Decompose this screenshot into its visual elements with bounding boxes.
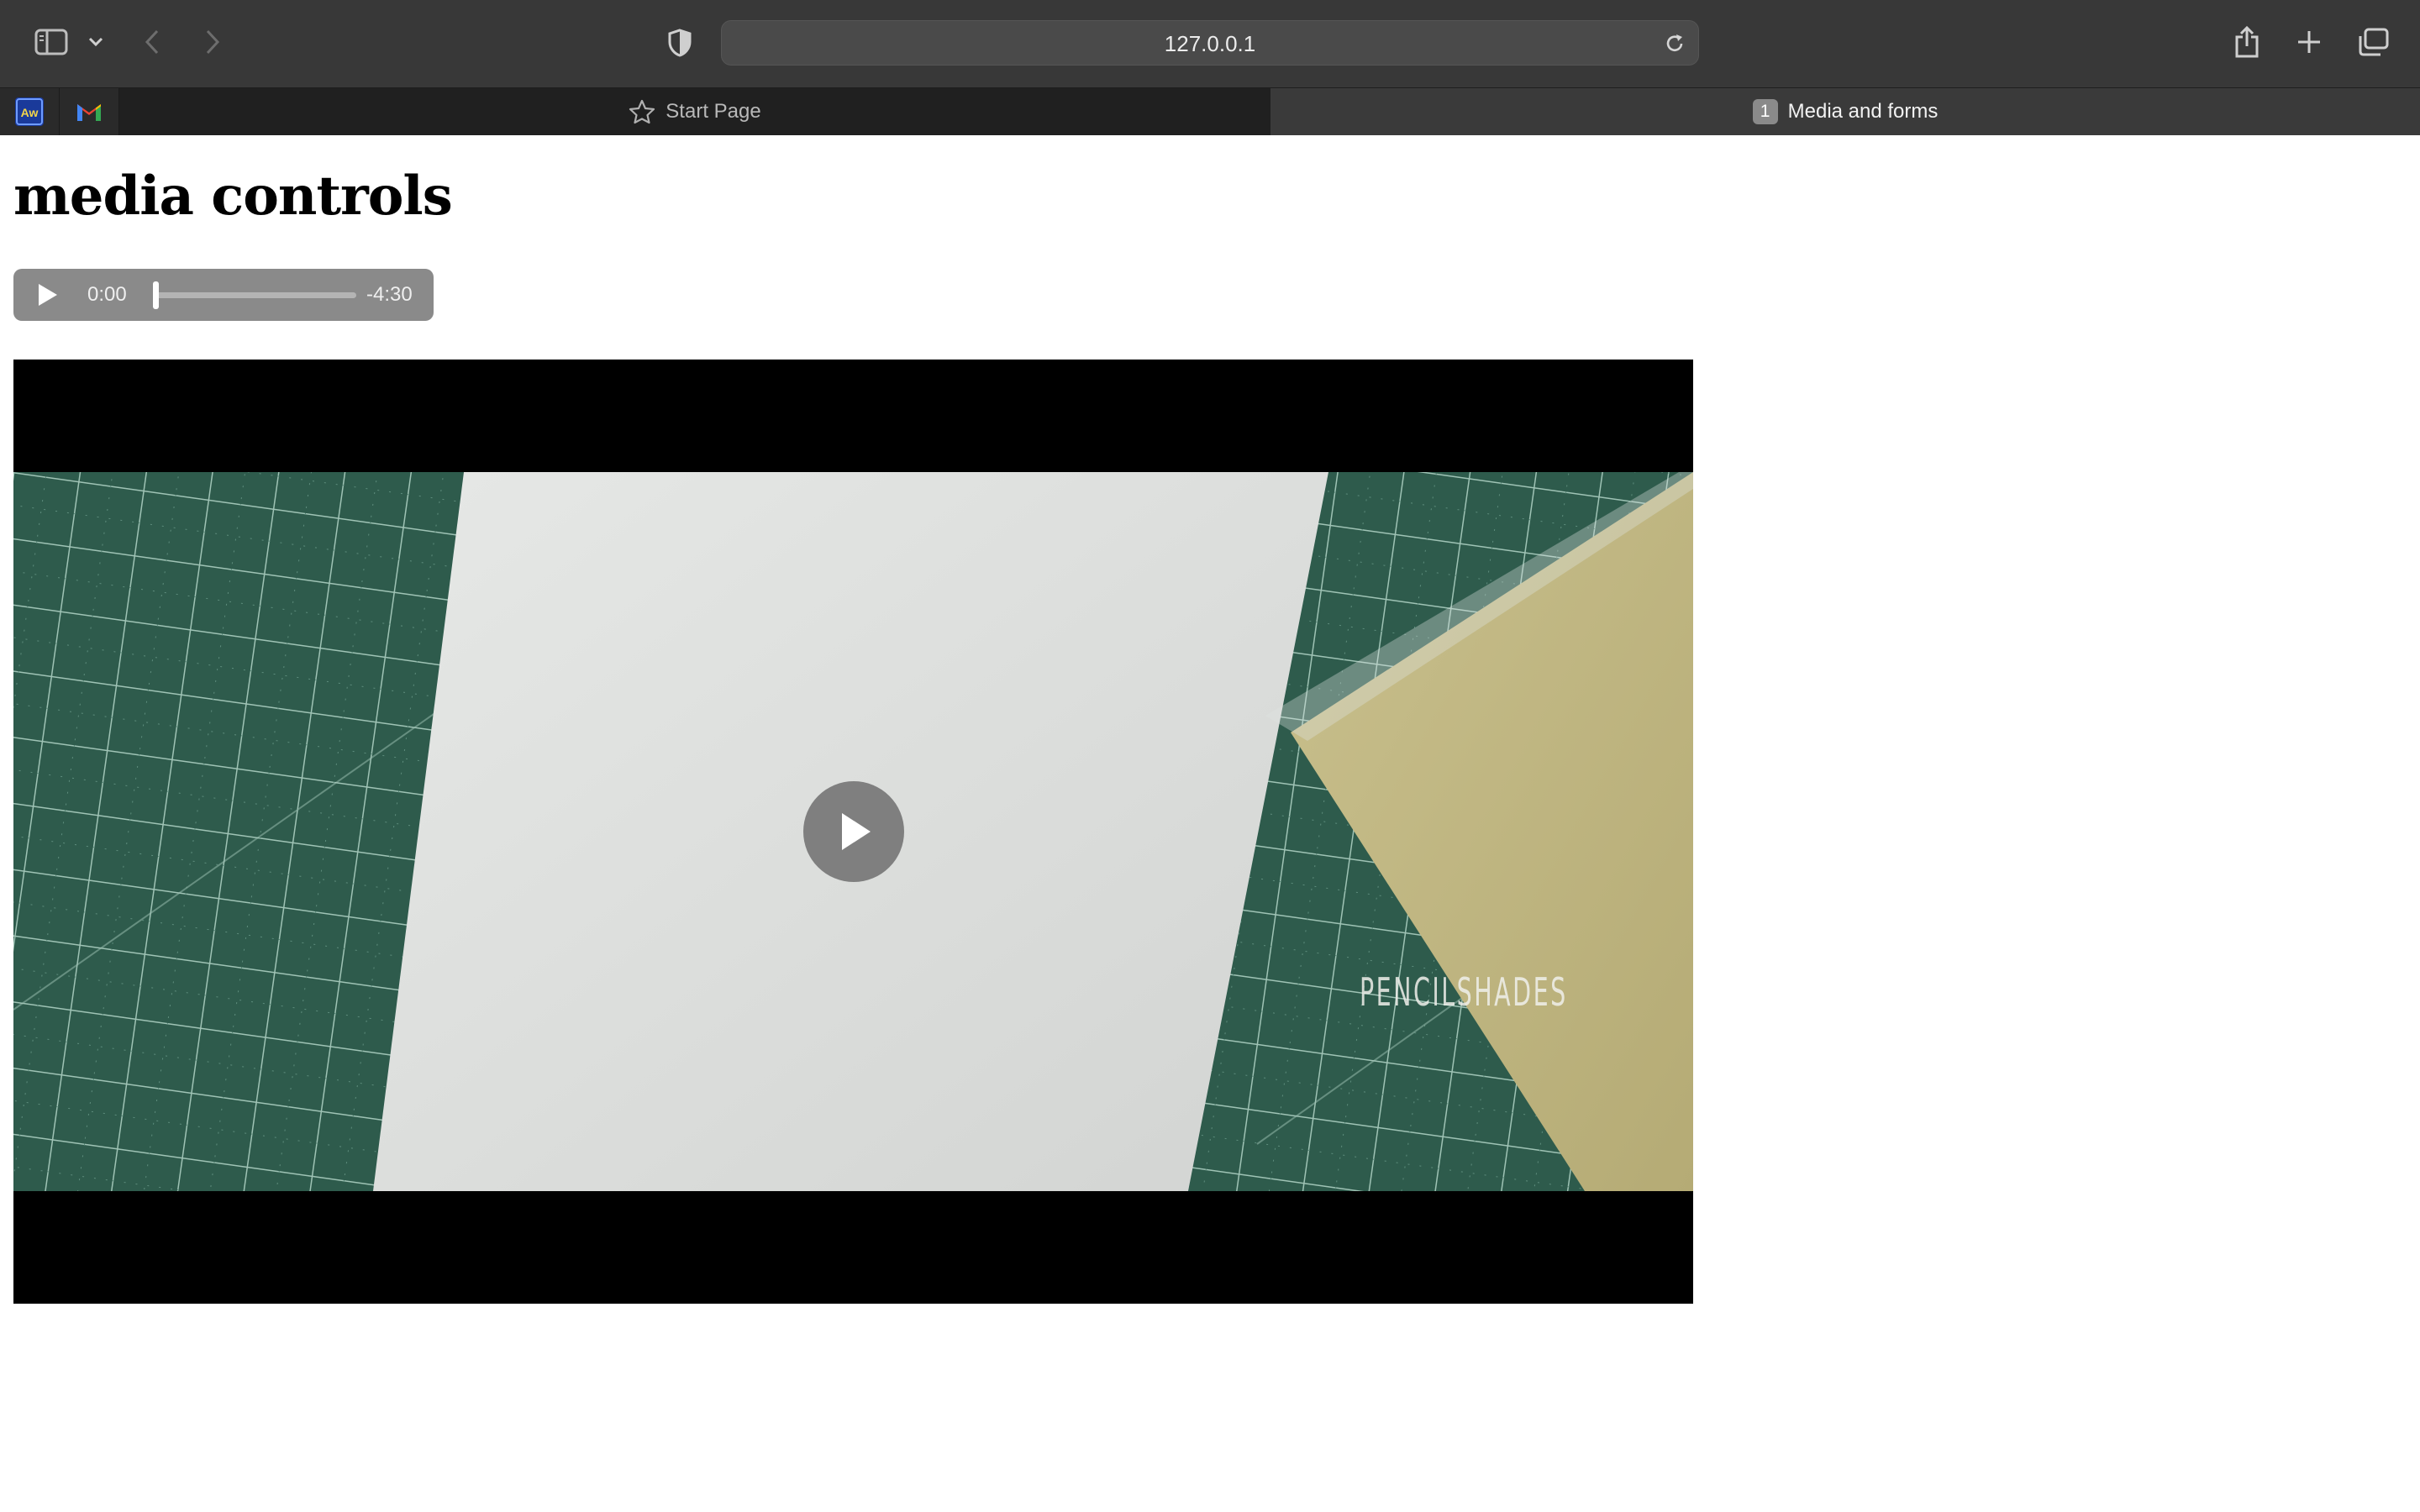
forward-icon[interactable] — [198, 25, 227, 59]
page-title: media controls — [13, 165, 453, 228]
share-icon[interactable] — [2230, 24, 2264, 60]
tab-count-badge: 1 — [1752, 99, 1778, 124]
pinned-tab-aw[interactable]: Aw — [0, 88, 60, 135]
video-play-button[interactable] — [803, 781, 904, 882]
reload-icon[interactable] — [1663, 32, 1686, 60]
sidebar-toggle-icon[interactable] — [34, 27, 69, 57]
play-icon[interactable] — [35, 281, 59, 312]
audio-player: 0:00 -4:30 — [13, 269, 434, 321]
tab-label: Media and forms — [1787, 100, 1939, 123]
tab-start-page[interactable]: Start Page — [119, 88, 1271, 135]
audio-progress-track[interactable] — [155, 292, 356, 298]
tab-overview-icon[interactable] — [2354, 25, 2391, 59]
video-watermark: PENCILSHADES — [1360, 969, 1568, 1015]
video-player[interactable]: PENCILSHADES — [13, 360, 1693, 1304]
tab-label: Start Page — [666, 100, 761, 123]
url-text[interactable]: 127.0.0.1 — [722, 21, 1698, 66]
chevron-down-icon[interactable] — [84, 30, 108, 54]
tab-bar: Aw Start Page 1 Media and forms — [0, 87, 2420, 135]
audio-current-time: 0:00 — [87, 283, 127, 306]
audio-remaining-time: -4:30 — [366, 283, 413, 306]
browser-toolbar: 127.0.0.1 — [0, 0, 2420, 87]
play-icon — [842, 813, 871, 850]
tab-media-and-forms[interactable]: 1 Media and forms — [1270, 88, 2420, 135]
pinned-tab-gmail[interactable] — [60, 88, 119, 135]
address-bar[interactable]: 127.0.0.1 — [721, 20, 1699, 66]
gmail-icon — [77, 104, 101, 121]
star-icon — [629, 99, 655, 124]
adobe-aw-icon: Aw — [15, 97, 44, 126]
svg-text:Aw: Aw — [21, 106, 39, 119]
new-tab-icon[interactable] — [2292, 25, 2326, 59]
privacy-shield-icon[interactable] — [666, 27, 694, 59]
audio-scrubber-handle[interactable] — [153, 281, 159, 309]
back-icon[interactable] — [138, 25, 166, 59]
